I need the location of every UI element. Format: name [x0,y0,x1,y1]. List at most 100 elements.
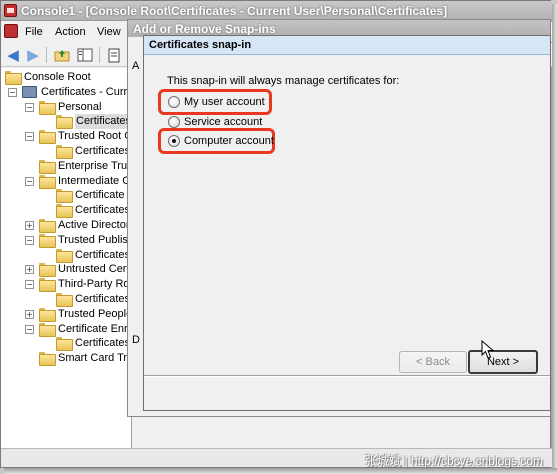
folder-icon [56,337,73,352]
collapse-icon[interactable]: − [25,235,34,245]
radio-computer-account[interactable]: Computer account [168,133,274,149]
tree-item[interactable]: Certificates [1,248,131,263]
radio-label: Computer account [184,135,274,147]
copy-icon[interactable] [105,46,123,64]
folder-icon [39,233,56,248]
collapse-icon[interactable]: − [25,280,34,290]
radio-button-checked-icon[interactable] [168,135,180,147]
collapse-icon[interactable]: − [25,102,34,112]
wizard-titlebar: Certificates snap-in [144,36,550,55]
window-shadow-right [551,4,557,474]
tree-item[interactable]: Enterprise Trus [1,159,132,174]
mmc-titlebar: Console1 - [Console Root\Certificates - … [1,1,552,21]
back-arrow-icon[interactable]: ◀ [4,46,22,64]
folder-icon [56,189,73,204]
tree-item-label: Certificates - Curre [41,85,132,98]
tree-item-label: Certificate Enro [58,322,132,335]
wizard-separator [144,375,550,377]
tree-item[interactable]: Certificates [1,144,131,159]
radio-my-user-account[interactable]: My user account [168,94,265,110]
tree-item[interactable]: − Trusted Publish [1,233,132,248]
tree-item-label: Certificates [75,145,131,157]
folder-icon [39,307,56,322]
tree-item-label: Enterprise Trus [58,159,132,172]
toolbar-divider [99,47,100,63]
tree-item[interactable]: Certificates [1,292,131,307]
folder-icon [39,263,56,278]
folder-icon [39,174,56,189]
tree-item[interactable]: − Third-Party Roo [1,277,132,293]
radio-button-icon[interactable] [168,96,180,108]
show-hide-tree-icon[interactable] [76,46,94,64]
mouse-cursor-icon [481,340,495,359]
certificates-snapin-icon [22,85,37,98]
menu-action[interactable]: Action [55,26,86,38]
folder-icon [39,130,56,145]
folder-icon [56,115,73,130]
snapin-dialog-title: Add or Remove Snap-ins [133,22,276,36]
menu-view[interactable]: View [97,26,121,38]
radio-label: Service account [184,116,263,128]
toolbar-divider [46,47,47,63]
tree-item[interactable]: + Active Directory [1,218,131,233]
tree-item-label: Certificates [75,114,132,130]
folder-icon [39,278,56,293]
tree-item[interactable]: − Intermediate C [1,174,131,189]
mmc-app-icon [4,4,17,17]
tree-item[interactable]: Console Root [1,70,131,85]
folder-icon [39,352,56,367]
console-tree: Console Root − Certificates - Curre − Person… [1,68,132,467]
expand-icon[interactable]: + [25,309,34,319]
watermark: 张城斌 | http://cbcye.cnblogs.com [365,454,543,468]
tree-item-label: Certificates [75,204,131,217]
menu-file[interactable]: File [25,26,43,38]
folder-icon [39,322,56,337]
tree-item[interactable]: Smart Card Tru [1,351,132,367]
wizard-prompt: This snap-in will always manage certific… [167,75,400,87]
tree-item-label: Trusted People [58,307,132,320]
tree-item[interactable]: − Certificate Enro [1,322,132,337]
tree-item-label: Certificates [75,293,131,305]
tree-item-label: Certificate R [75,189,132,202]
back-button[interactable]: < Back [399,351,467,373]
collapse-icon[interactable]: − [25,324,34,334]
tree-item-label: Third-Party Roo [58,278,132,291]
folder-icon [56,293,73,307]
tree-item[interactable]: Certificates [1,203,131,219]
tree-item[interactable]: − Trusted Root C [1,129,132,145]
folder-icon [56,248,73,263]
radio-button-icon[interactable] [168,116,180,128]
folder-icon [56,145,73,159]
expand-icon[interactable]: + [25,221,34,230]
tree-item-label: Certificates [75,248,131,261]
collapse-icon[interactable]: − [8,87,17,97]
next-button[interactable]: Next > [468,350,538,374]
folder-icon [39,219,56,233]
folder-icon [56,204,73,219]
expand-icon[interactable]: + [25,265,34,275]
tree-item[interactable]: + Untrusted Certi [1,262,132,278]
tree-item-label: Untrusted Certi [58,263,132,276]
tree-item-label: Trusted Root C [58,130,132,143]
tree-item-label: Intermediate C [58,174,131,187]
folder-icon [5,71,22,85]
console-menu-icon[interactable] [4,24,18,38]
radio-label: My user account [184,96,265,108]
tree-item[interactable]: − Personal [1,100,131,115]
tree-item[interactable]: Certificate R [1,188,132,204]
tree-item-label: Certificates [75,337,131,350]
tree-item[interactable]: − Certificates - Curre [1,85,132,100]
tree-item-label: Console Root [24,71,91,83]
tree-item-label: Smart Card Tru [58,352,132,365]
tree-item[interactable]: Certificates [1,336,131,352]
collapse-icon[interactable]: − [25,132,34,142]
wizard-content: This snap-in will always manage certific… [144,55,550,375]
tree-item[interactable]: Certificates [1,114,132,130]
tree-item-label: Personal [58,100,102,113]
forward-arrow-icon[interactable]: ▶ [24,46,42,64]
tree-item[interactable]: + Trusted People [1,307,132,322]
wizard-title: Certificates snap-in [149,39,252,51]
tree-item-label: Trusted Publish [58,233,132,246]
up-folder-icon[interactable] [53,46,71,64]
collapse-icon[interactable]: − [25,176,34,186]
